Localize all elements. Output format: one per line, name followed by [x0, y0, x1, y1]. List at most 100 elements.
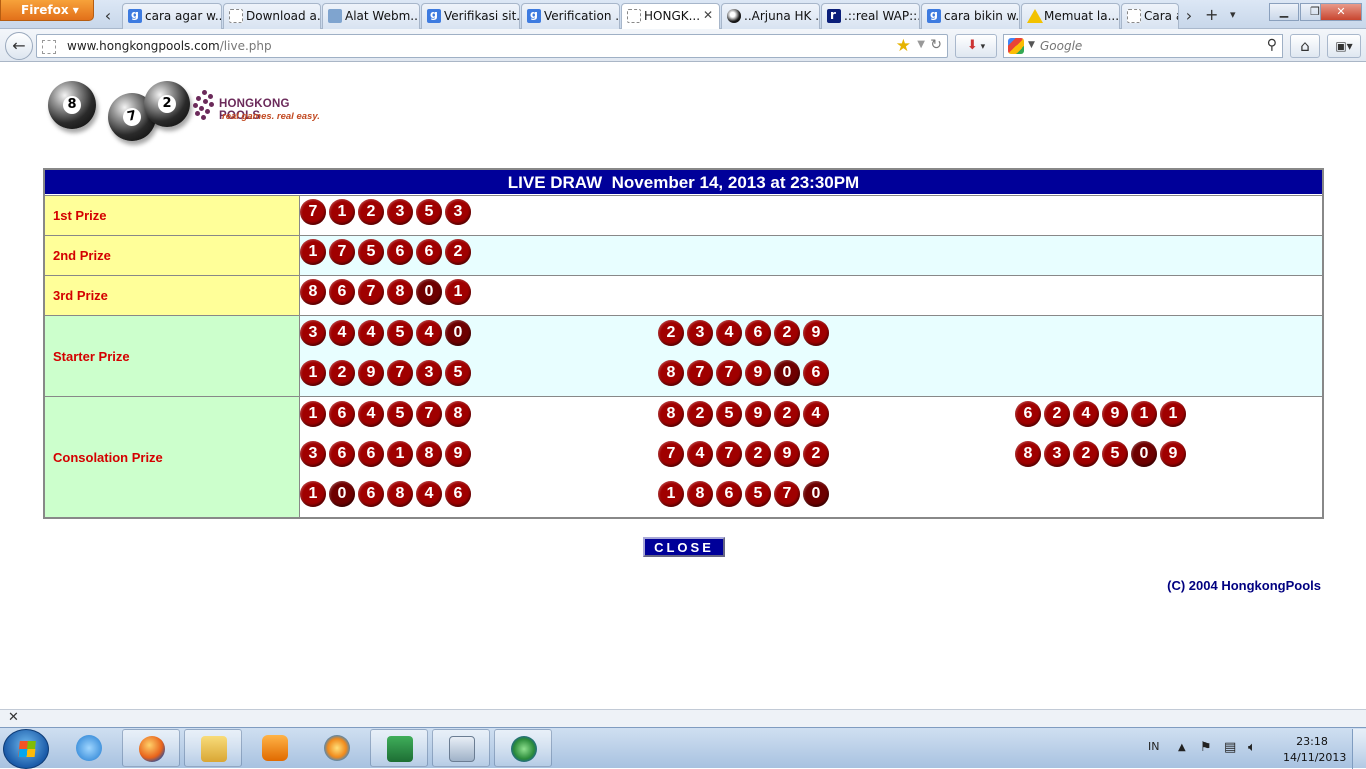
excel-icon	[387, 736, 413, 762]
tabs-scroll-right-icon[interactable]: ›	[1181, 6, 1197, 25]
url-text[interactable]: www.hongkongpools.com/live.php	[67, 39, 272, 53]
tab-1[interactable]: Download a...	[223, 3, 321, 29]
addon-bar-close-icon[interactable]: ✕	[8, 710, 19, 725]
number-ball: 0	[1131, 441, 1157, 467]
webmaster-icon	[328, 9, 342, 23]
tab-list-icon[interactable]: ▾	[1230, 8, 1236, 21]
system-clock[interactable]: 23:18 14/11/2013	[1283, 734, 1346, 766]
show-desktop-button[interactable]	[1352, 729, 1366, 769]
number-ball: 5	[445, 360, 471, 386]
starter-prize-row: Starter Prize 344540 234629 129735 87790…	[45, 315, 1322, 396]
number-ball: 6	[358, 441, 384, 467]
site-identity-icon[interactable]	[42, 40, 56, 54]
number-ball: 7	[716, 441, 742, 467]
number-ball: 2	[687, 401, 713, 427]
blank-page-icon	[627, 9, 641, 23]
show-hidden-icons-icon[interactable]: ▲	[1178, 742, 1186, 753]
start-button[interactable]	[3, 729, 49, 769]
number-ball: 2	[774, 401, 800, 427]
tab-9[interactable]: Memuat la...	[1021, 3, 1120, 29]
number-ball: 8	[445, 401, 471, 427]
third-prize-row: 3rd Prize 867801	[45, 275, 1322, 315]
starter-prize-numbers: 344540 234629 129735 877906	[300, 316, 1322, 396]
tab-label: HONGK...	[644, 9, 701, 23]
taskbar-firefox[interactable]	[122, 729, 180, 767]
tab-4[interactable]: Verification ...	[521, 3, 620, 29]
tab-10[interactable]: Cara a	[1121, 3, 1179, 29]
number-ball: 3	[445, 199, 471, 225]
tab-5-active[interactable]: HONGK... ✕	[621, 3, 720, 29]
tab-6[interactable]: ..Arjuna HK ...	[721, 3, 820, 29]
addon-menu-icon: ▣▾	[1335, 39, 1353, 53]
ball-set: 366189	[300, 441, 471, 467]
third-prize-numbers: 867801	[300, 276, 1322, 315]
taskbar-media-center[interactable]	[308, 729, 366, 767]
search-input[interactable]	[1040, 38, 1260, 54]
tab-8[interactable]: cara bikin w...	[921, 3, 1020, 29]
number-ball: 4	[1073, 401, 1099, 427]
window-close-icon[interactable]: ✕	[1320, 3, 1362, 21]
bookmark-star-icon[interactable]: ★	[896, 36, 911, 56]
tab-0[interactable]: cara agar w...	[122, 3, 222, 29]
ball-set: 106846	[300, 481, 471, 507]
number-ball: 5	[1102, 441, 1128, 467]
firefox-menu-label: Firefox	[21, 3, 69, 17]
tab-3[interactable]: Verifikasi sit...	[421, 3, 520, 29]
back-button[interactable]: ←	[5, 32, 33, 60]
search-icon[interactable]: ⚲	[1267, 37, 1277, 53]
taskbar-media-player[interactable]	[246, 729, 304, 767]
search-engine-dropdown-icon[interactable]: ▼	[1028, 40, 1035, 50]
minimize-icon[interactable]: ▁	[1269, 3, 1299, 21]
hongkong-pools-logo[interactable]: 8 7 2 HONGKONG POOLS real games. real ea…	[46, 78, 326, 144]
input-language[interactable]: IN	[1148, 740, 1159, 753]
addon-menu-button[interactable]: ▣▾	[1327, 34, 1361, 58]
tab-close-icon[interactable]: ✕	[703, 8, 713, 22]
number-ball: 4	[803, 401, 829, 427]
firefox-menu-button[interactable]: Firefox ▾	[0, 0, 94, 21]
number-ball: 9	[1160, 441, 1186, 467]
tab-2[interactable]: Alat Webm...	[322, 3, 420, 29]
number-ball: 1	[1131, 401, 1157, 427]
url-bar[interactable]: www.hongkongpools.com/live.php ★ ▼ ↻	[36, 34, 948, 58]
taskbar-explorer[interactable]	[184, 729, 242, 767]
second-prize-numbers: 175662	[300, 236, 1322, 275]
number-ball: 7	[387, 360, 413, 386]
ball-set: 747292	[658, 441, 829, 467]
number-ball: 5	[416, 199, 442, 225]
taskbar-network[interactable]	[494, 729, 552, 767]
taskbar-calculator[interactable]	[432, 729, 490, 767]
tabs-scroll-left-icon[interactable]: ‹	[100, 6, 116, 25]
google-icon	[527, 8, 541, 23]
taskbar-excel[interactable]	[370, 729, 428, 767]
blank-page-icon	[229, 9, 243, 23]
google-icon[interactable]	[1008, 38, 1024, 54]
number-ball: 9	[745, 360, 771, 386]
network-tray-icon[interactable]: ▤	[1224, 740, 1236, 755]
number-ball: 1	[445, 279, 471, 305]
new-tab-icon[interactable]: +	[1205, 5, 1218, 24]
taskbar-ie[interactable]	[60, 729, 118, 767]
reload-icon[interactable]: ↻	[930, 37, 942, 53]
url-history-dropdown-icon[interactable]: ▼	[917, 39, 925, 50]
number-ball: 1	[300, 481, 326, 507]
home-button[interactable]: ⌂	[1290, 34, 1320, 58]
tab-bar: Firefox ▾ ‹ cara agar w... Download a...…	[0, 0, 1366, 29]
ball-set: 129735	[300, 360, 471, 386]
media-player-icon	[262, 735, 288, 761]
starter-prize-label: Starter Prize	[45, 316, 300, 396]
action-center-flag-icon[interactable]: ⚑	[1200, 740, 1212, 755]
search-bar[interactable]: ▼ ⚲	[1003, 34, 1283, 58]
close-button[interactable]: CLOSE	[643, 537, 725, 557]
third-prize-label: 3rd Prize	[45, 276, 300, 315]
number-ball: 8	[300, 279, 326, 305]
number-ball: 1	[387, 441, 413, 467]
volume-icon[interactable]: 🔈︎	[1248, 740, 1256, 755]
tab-7[interactable]: .::real WAP::.	[821, 3, 920, 29]
number-ball: 1	[658, 481, 684, 507]
url-path: /live.php	[219, 39, 272, 53]
downloads-button[interactable]: ⬇ ▾	[955, 34, 997, 58]
ball-set: 186570	[658, 481, 829, 507]
number-ball: 8	[387, 279, 413, 305]
number-ball: 2	[658, 320, 684, 346]
tab-label: Cara a	[1144, 9, 1178, 23]
